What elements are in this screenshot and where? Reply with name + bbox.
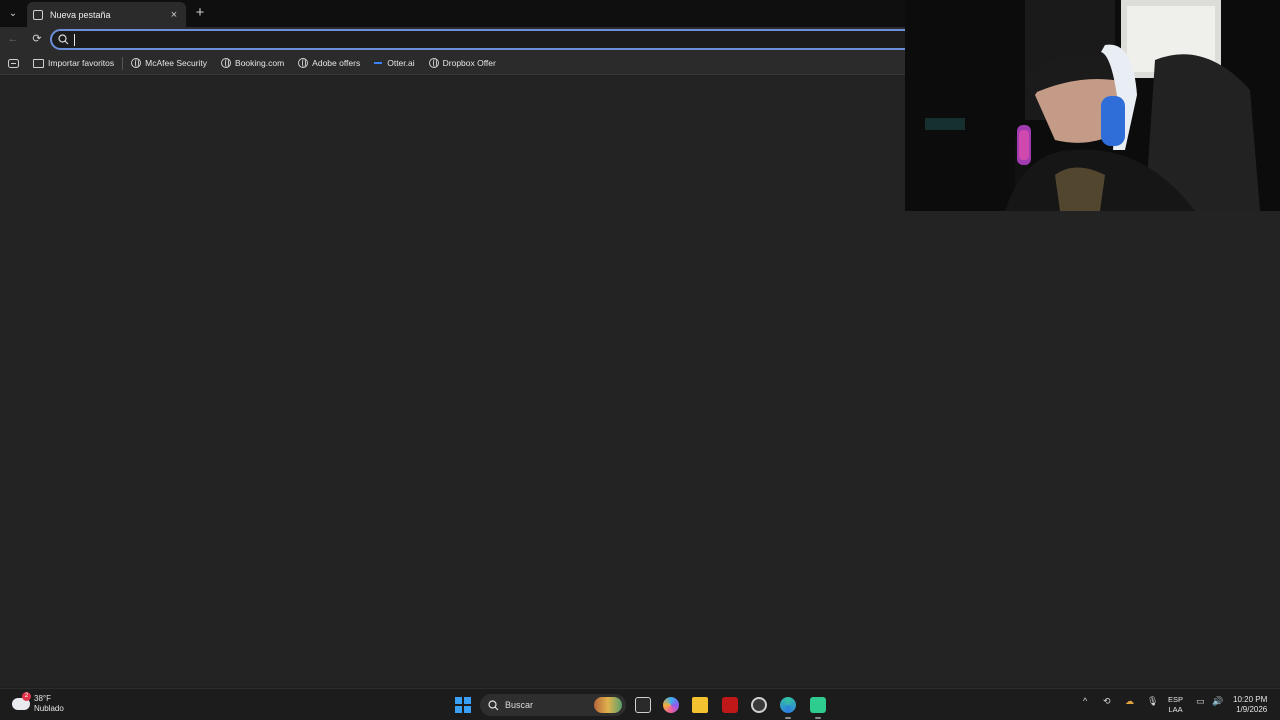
- bookmark-dropbox-offer[interactable]: Dropbox Offer: [428, 58, 496, 68]
- bookmark-booking[interactable]: Booking.com: [221, 58, 284, 68]
- mcafee-icon[interactable]: [722, 697, 738, 713]
- back-button[interactable]: ←: [6, 32, 20, 46]
- webcam-image: [905, 0, 1280, 211]
- edge-icon[interactable]: [780, 697, 796, 713]
- windows-logo-icon: [464, 697, 471, 704]
- folder-icon: [33, 58, 44, 68]
- file-explorer-icon[interactable]: [692, 697, 708, 713]
- windows-logo-icon: [455, 706, 462, 713]
- divider: [122, 56, 124, 70]
- search-icon: [58, 34, 69, 45]
- globe-icon: [221, 58, 232, 68]
- language-code: ESP: [1168, 695, 1184, 704]
- start-button[interactable]: [455, 697, 471, 713]
- bookmark-label: McAfee Security: [145, 58, 208, 68]
- globe-icon: [131, 58, 142, 68]
- bookmark-label: Booking.com: [235, 58, 285, 68]
- time: 10:20 PM: [1233, 695, 1268, 704]
- bookmark-label: Importar favoritos: [48, 58, 115, 68]
- webcam-overlay: [905, 0, 1280, 211]
- cloud-icon: 2: [12, 692, 31, 710]
- sync-icon[interactable]: ⟲: [1103, 696, 1111, 707]
- tab-title: Nueva pestaña: [50, 9, 111, 20]
- screen: ⌄ Nueva pestaña × + ← ⟳ Importar favorit…: [0, 0, 1280, 720]
- tab-actions-menu-icon[interactable]: ⌄: [4, 4, 22, 22]
- network-icon[interactable]: ▭: [1196, 696, 1205, 707]
- windows-logo-icon: [455, 697, 462, 704]
- taskbar: 2 38°F Nublado Buscar ^ ⟲ ☁ 🎙 ESP LAA ▭ …: [0, 688, 1280, 720]
- bookmark-label: Otter.ai: [387, 58, 415, 68]
- chevron-up-icon[interactable]: ^: [1083, 696, 1087, 706]
- chat-app-icon[interactable]: [810, 697, 826, 713]
- reload-button[interactable]: ⟳: [30, 32, 44, 46]
- weather-temp: 38°F: [34, 694, 51, 703]
- task-view-icon[interactable]: [635, 697, 651, 713]
- tab-new-tab[interactable]: Nueva pestaña ×: [27, 2, 186, 27]
- weather-widget[interactable]: 2 38°F Nublado: [12, 692, 64, 714]
- weather-condition: Nublado: [34, 704, 64, 713]
- globe-icon: [428, 58, 439, 68]
- address-bar[interactable]: [50, 29, 920, 50]
- windows-logo-icon: [464, 706, 471, 713]
- keyboard-layout: LAA: [1168, 705, 1183, 714]
- date: 1/9/2026: [1236, 705, 1268, 714]
- close-icon[interactable]: ×: [168, 9, 180, 21]
- app-icon[interactable]: [751, 697, 767, 713]
- otter-icon: [374, 62, 383, 64]
- bookmark-importar-favoritos[interactable]: Importar favoritos: [33, 58, 114, 68]
- notification-badge: 2: [22, 692, 31, 701]
- bookmark-otter[interactable]: Otter.ai: [374, 58, 415, 68]
- copilot-icon[interactable]: [663, 697, 679, 713]
- cloud-tray-icon[interactable]: ☁: [1125, 696, 1134, 707]
- tab-search-icon[interactable]: [8, 58, 19, 68]
- active-indicator: [815, 717, 821, 719]
- text-caret: [74, 33, 75, 46]
- language-indicator[interactable]: ESP LAA: [1168, 695, 1183, 715]
- clock[interactable]: 10:20 PM 1/9/2026: [1233, 695, 1267, 715]
- active-indicator: [785, 717, 791, 719]
- search-label: Buscar: [505, 700, 534, 710]
- taskbar-search[interactable]: Buscar: [480, 694, 626, 716]
- bookmark-mcafee-security[interactable]: McAfee Security: [131, 58, 207, 68]
- bookmark-adobe-offers[interactable]: Adobe offers: [298, 58, 360, 68]
- search-highlight-icon: [594, 697, 622, 713]
- bookmark-label: Dropbox Offer: [442, 58, 496, 68]
- page-icon: [33, 9, 43, 20]
- globe-icon: [298, 58, 309, 68]
- search-icon: [488, 699, 499, 710]
- bookmark-label: Adobe offers: [312, 58, 361, 68]
- volume-icon[interactable]: 🔊: [1212, 696, 1223, 707]
- new-tab-button[interactable]: +: [192, 4, 208, 22]
- microphone-icon[interactable]: 🎙: [1147, 696, 1158, 707]
